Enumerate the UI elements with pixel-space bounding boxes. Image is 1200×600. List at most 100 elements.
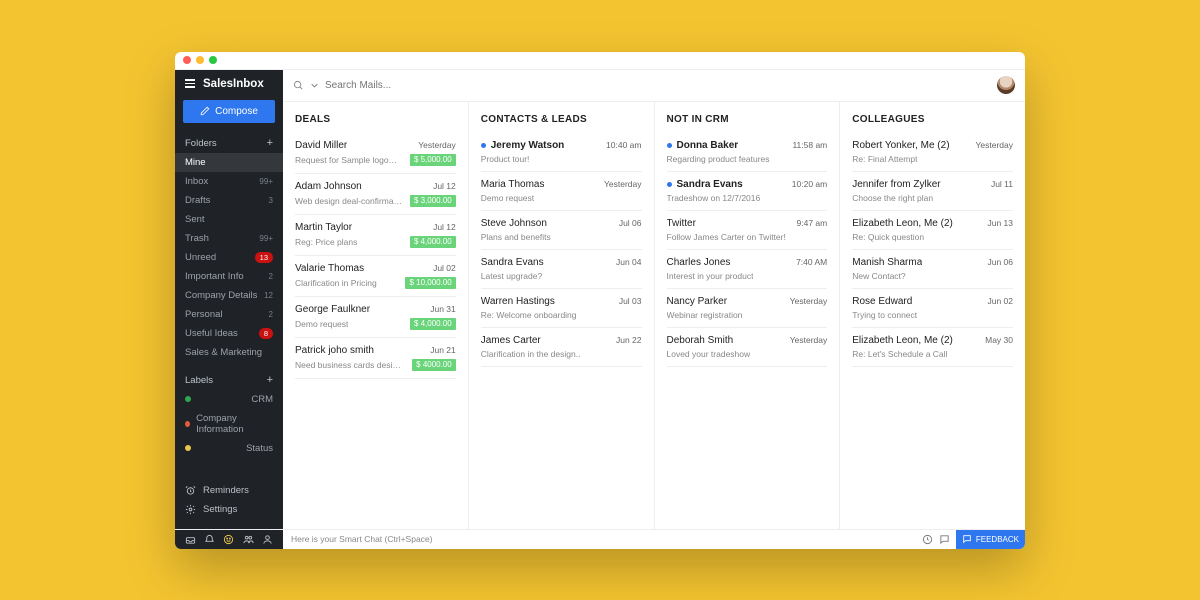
mail-subject: Re: Welcome onboarding: [481, 310, 577, 320]
sidebar-item-label: Unreed: [185, 252, 216, 263]
mail-item[interactable]: Charles Jones7:40 AMInterest in your pro…: [667, 250, 828, 289]
mail-item[interactable]: Maria ThomasYesterdayDemo request: [481, 172, 642, 211]
mail-item[interactable]: Donna Baker11:58 amRegarding product fea…: [667, 133, 828, 172]
chat-icon[interactable]: [939, 534, 950, 545]
mail-sender: Steve Johnson: [481, 218, 547, 229]
window-maximize-icon[interactable]: [209, 56, 217, 64]
mail-item[interactable]: Rose EdwardJun 02Trying to connect: [852, 289, 1013, 328]
smart-chat-hint[interactable]: Here is your Smart Chat (Ctrl+Space): [283, 530, 916, 549]
mail-item[interactable]: Jeremy Watson10:40 amProduct tour!: [481, 133, 642, 172]
sidebar-label-status[interactable]: Status: [175, 439, 283, 458]
clock-icon[interactable]: [922, 534, 933, 545]
mail-subject: Web design deal-confirma…: [295, 196, 402, 206]
search-input[interactable]: [325, 80, 990, 91]
sidebar-item-inbox[interactable]: Inbox99+: [175, 172, 283, 191]
mail-sender: Patrick joho smith: [295, 345, 374, 356]
sidebar-item-personal[interactable]: Personal2: [175, 305, 283, 324]
compose-button[interactable]: Compose: [183, 100, 275, 123]
mail-item[interactable]: Elizabeth Leon, Me (2)May 30Re: Let's Sc…: [852, 328, 1013, 367]
mail-sender: Nancy Parker: [667, 296, 728, 307]
sidebar-item-mine[interactable]: Mine: [175, 153, 283, 172]
sidebar-item-unreed[interactable]: Unreed 13: [175, 248, 283, 267]
sidebar: SalesInbox Compose Folders + MineInbox99…: [175, 70, 283, 529]
mail-sender: Rose Edward: [852, 296, 912, 307]
mail-item[interactable]: Martin TaylorJul 12Reg: Price plans$ 4,0…: [295, 215, 456, 256]
mail-item[interactable]: Robert Yonker, Me (2)YesterdayRe: Final …: [852, 133, 1013, 172]
window-close-icon[interactable]: [183, 56, 191, 64]
compose-label: Compose: [215, 106, 258, 117]
mail-sender: Adam Johnson: [295, 181, 362, 192]
person-status-icon[interactable]: [262, 534, 273, 545]
mail-item[interactable]: Steve JohnsonJul 06Plans and benefits: [481, 211, 642, 250]
notification-status-icon[interactable]: [204, 534, 215, 545]
sidebar-item-sales-marketing[interactable]: Sales & Marketing: [175, 343, 283, 362]
mail-sender: Robert Yonker, Me (2): [852, 140, 949, 151]
feedback-button[interactable]: FEEDBACK: [956, 530, 1025, 549]
mail-time: Yesterday: [790, 296, 828, 306]
mail-time: Jun 02: [987, 296, 1013, 306]
sidebar-alarm-item[interactable]: Reminders: [175, 481, 283, 500]
sidebar-item-useful-ideas[interactable]: Useful Ideas8: [175, 324, 283, 343]
people-status-icon[interactable]: [243, 534, 254, 545]
sidebar-item-badge: 13: [255, 252, 273, 263]
sidebar-label-company-information[interactable]: Company Information: [175, 409, 283, 439]
mail-item[interactable]: George FaulknerJun 31Demo request$ 4,000…: [295, 297, 456, 338]
mail-time: Jul 12: [433, 222, 456, 232]
mail-item[interactable]: Adam JohnsonJul 12Web design deal-confir…: [295, 174, 456, 215]
column-title: COLLEAGUES: [840, 102, 1025, 133]
unread-dot-icon: [667, 182, 672, 187]
mail-item[interactable]: Patrick joho smithJun 21Need business ca…: [295, 338, 456, 379]
sidebar-bottom-label: Settings: [203, 504, 237, 515]
mail-item[interactable]: Nancy Parker Yesterday Webinar registratio…: [667, 289, 828, 328]
mail-subject: Webinar registration: [667, 310, 743, 320]
mail-subject: Clarification in Pricing: [295, 278, 377, 288]
sidebar-item-trash[interactable]: Trash99+: [175, 229, 283, 248]
add-folder-icon[interactable]: +: [267, 138, 273, 149]
mail-time: Yesterday: [790, 335, 828, 345]
mail-item[interactable]: Sandra EvansJun 04Latest upgrade?: [481, 250, 642, 289]
mail-subject: Follow James Carter on Twitter!: [667, 232, 786, 242]
mail-item[interactable]: Deborah SmithYesterdayLoved your tradesh…: [667, 328, 828, 367]
mail-time: Jun 31: [430, 304, 456, 314]
window-titlebar: [175, 52, 1025, 70]
mail-item[interactable]: Manish SharmaJun 06New Contact?: [852, 250, 1013, 289]
mail-item[interactable]: Twitter9:47 amFollow James Carter on Twi…: [667, 211, 828, 250]
mail-list: David MillerYesterdayRequest for Sample …: [283, 133, 468, 379]
sidebar-gear-item[interactable]: Settings: [175, 500, 283, 519]
sidebar-item-important-info[interactable]: Important Info2: [175, 267, 283, 286]
sidebar-item-company-details[interactable]: Company Details12: [175, 286, 283, 305]
deal-amount: $ 10,000.00: [405, 277, 455, 289]
mail-sender: Jennifer from Zylker: [852, 179, 940, 190]
sidebar-item-drafts[interactable]: Drafts3: [175, 191, 283, 210]
feedback-icon: [962, 534, 972, 544]
add-label-icon[interactable]: +: [267, 375, 273, 386]
mail-time: Jun 06: [987, 257, 1013, 267]
menu-icon[interactable]: [185, 79, 195, 88]
sidebar-item-count: 3: [269, 196, 273, 205]
sidebar-item-sent[interactable]: Sent: [175, 210, 283, 229]
app-window: SalesInbox Compose Folders + MineInbox99…: [175, 52, 1025, 549]
mail-item[interactable]: Jennifer from ZylkerJul 11Choose the rig…: [852, 172, 1013, 211]
mail-item[interactable]: Sandra Evans10:20 amTradeshow on 12/7/20…: [667, 172, 828, 211]
sidebar-bottom-label: Reminders: [203, 485, 249, 496]
avatar[interactable]: [997, 76, 1015, 94]
mail-subject: Loved your tradeshow: [667, 349, 751, 359]
mail-item[interactable]: David MillerYesterdayRequest for Sample …: [295, 133, 456, 174]
mail-item[interactable]: James CarterJun 22Clarification in the d…: [481, 328, 642, 367]
chevron-down-icon[interactable]: [311, 82, 318, 89]
column-deals: DEALSDavid MillerYesterdayRequest for Sa…: [283, 102, 469, 529]
mail-time: May 30: [985, 335, 1013, 345]
mail-item[interactable]: Elizabeth Leon, Me (2)Jun 13Re: Quick qu…: [852, 211, 1013, 250]
mail-time: 10:20 am: [792, 179, 827, 189]
unread-dot-icon: [667, 143, 672, 148]
mail-time: Jun 13: [987, 218, 1013, 228]
mail-list: Donna Baker11:58 amRegarding product fea…: [655, 133, 840, 367]
sidebar-label-crm[interactable]: CRM: [175, 390, 283, 409]
window-minimize-icon[interactable]: [196, 56, 204, 64]
mail-item[interactable]: Warren HastingsJul 03Re: Welcome onboard…: [481, 289, 642, 328]
emoji-status-icon[interactable]: [223, 534, 234, 545]
mail-item[interactable]: Valarie ThomasJul 02Clarification in Pri…: [295, 256, 456, 297]
main-pane: DEALSDavid MillerYesterdayRequest for Sa…: [283, 70, 1025, 529]
sidebar-item-label: Inbox: [185, 176, 208, 187]
inbox-status-icon[interactable]: [185, 534, 196, 545]
